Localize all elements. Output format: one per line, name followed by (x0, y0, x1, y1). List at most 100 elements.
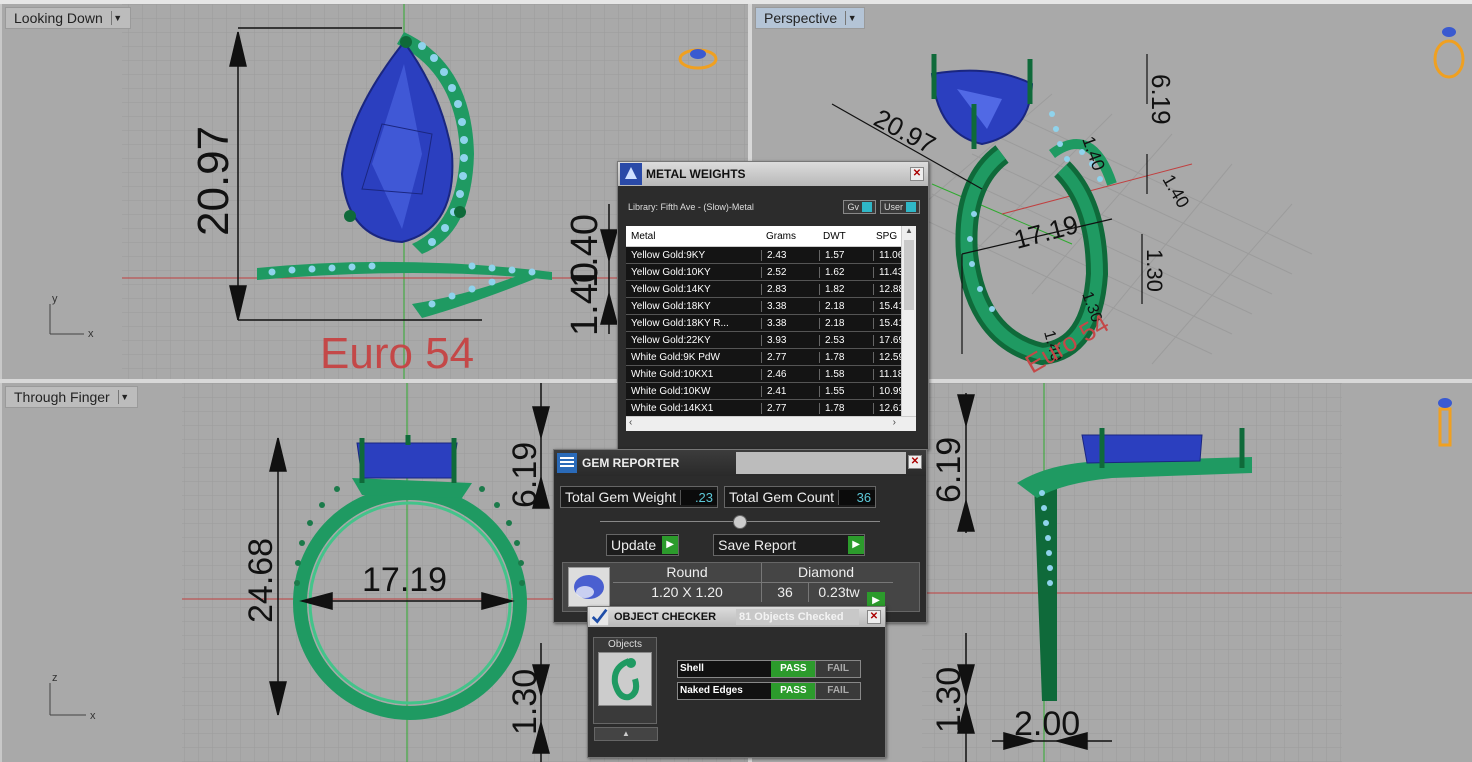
dim-persp-b: 1.40 (1159, 171, 1194, 211)
viewport-menu-arrow-icon[interactable]: ▼ (117, 390, 131, 404)
dim-side-band: 1.30 (930, 667, 968, 733)
viewport-name: Looking Down (14, 10, 103, 26)
viewport-menu-arrow-icon[interactable]: ▼ (110, 11, 124, 25)
vertical-scrollbar[interactable]: ▲ (901, 226, 916, 416)
gem-entry[interactable]: Round Diamond 1.20 X 1.20 36 0.23tw ▶ (562, 562, 920, 612)
cell-grams: 2.77 (762, 351, 820, 363)
gem-side-view (356, 442, 458, 479)
object-checker-title: OBJECT CHECKER (614, 611, 717, 623)
fail-badge[interactable]: FAIL (815, 683, 860, 699)
check-name: Naked Edges (680, 685, 743, 696)
dim-shank-thickness: 1.30 (506, 669, 544, 735)
scroll-up-icon[interactable]: ▲ (902, 226, 916, 235)
gem-reporter-slider[interactable] (554, 514, 926, 529)
toggle-user[interactable]: User (879, 200, 920, 214)
cell-metal: Yellow Gold:18KY R... (626, 317, 762, 329)
gem-reporter-panel[interactable]: GEM REPORTER ✕ Total Gem Weight .23 Tota… (553, 449, 927, 623)
cell-metal: White Gold:14KX1 (626, 402, 762, 414)
objects-expand-icon[interactable]: ▲ (594, 727, 658, 741)
col-grams[interactable]: Grams (761, 231, 818, 242)
object-checker-panel[interactable]: OBJECT CHECKER 81 Objects Checked ✕ Obje… (587, 606, 886, 758)
dim-side-head: 6.19 (930, 437, 968, 503)
total-gem-weight-label: Total Gem Weight (565, 489, 677, 505)
cell-grams: 3.93 (762, 334, 820, 346)
titlebar-fill (736, 452, 906, 474)
cell-grams: 2.46 (762, 368, 820, 380)
axis-x-label: x (88, 328, 94, 340)
axis-x-label: x (90, 710, 96, 722)
check-row: Shell PASS FAIL (677, 660, 861, 678)
col-dwt[interactable]: DWT (818, 231, 871, 242)
report-icon (557, 453, 577, 473)
table-row[interactable]: White Gold:10KX1 2.46 1.58 11.18 (626, 366, 916, 383)
table-header: Metal Grams DWT SPG (626, 226, 916, 247)
scroll-right-icon[interactable]: › (893, 417, 896, 428)
cell-metal: Yellow Gold:14KY (626, 283, 762, 295)
table-row[interactable]: Yellow Gold:9KY 2.43 1.57 11.06 (626, 247, 916, 264)
viewport-menu-arrow-icon[interactable]: ▼ (845, 11, 858, 25)
cell-metal: Yellow Gold:18KY (626, 300, 762, 312)
cell-metal: Yellow Gold:22KY (626, 334, 762, 346)
cell-grams: 3.38 (762, 300, 820, 312)
table-row[interactable]: White Gold:14KX1 2.77 1.78 12.61 (626, 400, 916, 417)
toggle-gv-label: Gv (847, 202, 859, 212)
close-icon[interactable]: ✕ (910, 167, 924, 181)
gem-thumbnail (568, 567, 610, 607)
table-row[interactable]: Yellow Gold:14KY 2.83 1.82 12.88 (626, 281, 916, 298)
table-row[interactable]: White Gold:10KW 2.41 1.55 10.99 (626, 383, 916, 400)
dim-persp-band: 1.30 (1142, 249, 1167, 292)
metal-weights-table[interactable]: Metal Grams DWT SPG Yellow Gold:9KY 2.43 1… (626, 226, 916, 431)
fail-badge[interactable]: FAIL (815, 661, 860, 677)
close-icon[interactable]: ✕ (867, 610, 881, 624)
pass-badge[interactable]: PASS (771, 683, 816, 699)
cell-dwt: 1.78 (820, 402, 874, 414)
gem-weight: 0.23tw (818, 584, 860, 600)
update-button[interactable]: Update ▶ (606, 534, 680, 556)
pass-badge[interactable]: PASS (771, 661, 816, 677)
close-icon[interactable]: ✕ (908, 455, 922, 469)
axis-z-label: z (52, 672, 58, 684)
toggle-gv[interactable]: Gv (843, 200, 876, 214)
object-checker-titlebar[interactable]: OBJECT CHECKER 81 Objects Checked ✕ (588, 607, 885, 627)
table-row[interactable]: Yellow Gold:18KY R... 3.38 2.18 15.41 (626, 315, 916, 332)
toggle-gv-switch[interactable] (861, 202, 872, 212)
slider-knob[interactable] (733, 515, 747, 529)
toggle-user-label: User (883, 202, 903, 212)
ring-perspective-icon[interactable] (1433, 27, 1465, 79)
cell-grams: 3.38 (762, 317, 820, 329)
viewport-label-through-finger[interactable]: Through Finger ▼ (5, 386, 138, 408)
dim-persp-diameter: 17.19 (1011, 209, 1082, 255)
check-name: Shell (680, 663, 704, 674)
metal-weights-panel[interactable]: METAL WEIGHTS ✕ Library: Fifth Ave - (Sl… (617, 161, 929, 450)
cell-metal: White Gold:10KW (626, 385, 762, 397)
play-icon[interactable]: ▶ (848, 536, 865, 554)
dim-persp-height: 20.97 (869, 103, 941, 160)
viewport-label-looking-down[interactable]: Looking Down ▼ (5, 7, 131, 29)
scroll-thumb[interactable] (904, 240, 914, 310)
table-row[interactable]: Yellow Gold:18KY 3.38 2.18 15.41 (626, 298, 916, 315)
total-gem-weight: Total Gem Weight .23 (560, 486, 719, 508)
table-row[interactable]: Yellow Gold:22KY 3.93 2.53 17.69 (626, 332, 916, 349)
objects-box[interactable]: Objects ▲ (593, 637, 658, 741)
play-icon[interactable]: ▶ (662, 536, 679, 554)
object-thumbnail[interactable] (598, 652, 652, 706)
cell-grams: 2.43 (762, 249, 820, 261)
viewport-name: Perspective (764, 10, 838, 26)
save-report-button[interactable]: Save Report ▶ (713, 534, 866, 556)
total-gem-count-label: Total Gem Count (729, 489, 835, 505)
table-row[interactable]: White Gold:9K PdW 2.77 1.78 12.59 (626, 349, 916, 366)
metal-weights-titlebar[interactable]: METAL WEIGHTS ✕ (618, 162, 928, 186)
cell-dwt: 1.82 (820, 283, 874, 295)
viewport-label-perspective[interactable]: Perspective ▼ (755, 7, 866, 29)
horizontal-scrollbar[interactable]: ‹ › (626, 416, 916, 431)
col-metal[interactable]: Metal (626, 231, 761, 242)
cell-grams: 2.52 (762, 266, 820, 278)
gem-reporter-titlebar[interactable]: GEM REPORTER ✕ (554, 450, 926, 476)
scroll-left-icon[interactable]: ‹ (629, 417, 632, 428)
toggle-user-switch[interactable] (906, 202, 916, 212)
gem-type: Diamond (797, 564, 855, 580)
check-row: Naked Edges PASS FAIL (677, 682, 861, 700)
table-row[interactable]: Yellow Gold:10KY 2.52 1.62 11.43 (626, 264, 916, 281)
dim-height: 20.97 (189, 126, 238, 236)
ring-side-icon[interactable] (1438, 398, 1452, 447)
